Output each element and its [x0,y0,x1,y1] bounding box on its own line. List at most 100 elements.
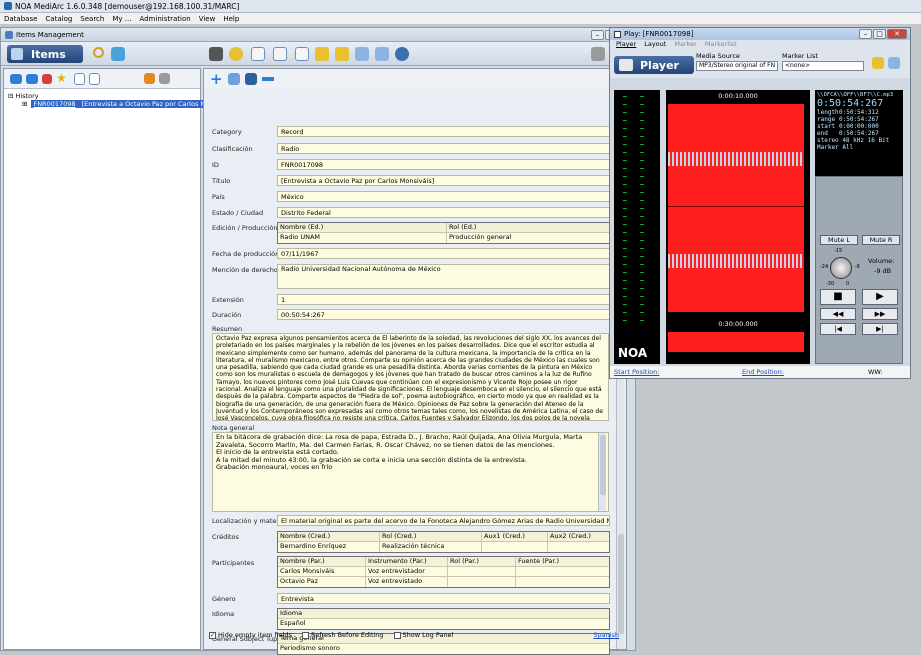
fecha-field[interactable]: 07/11/1967 [277,248,610,259]
mute-left-button[interactable]: Mute L [820,235,858,245]
search-icon[interactable] [93,47,104,58]
grid-cell[interactable]: Carlos Monsiváis [278,567,366,576]
favorite-star-icon[interactable]: ★ [56,72,70,86]
image-icon[interactable] [111,47,125,61]
bookmark-icon[interactable] [42,73,52,84]
menu-database[interactable]: Database [0,15,41,23]
basket-icon[interactable] [144,73,155,84]
tools-icon[interactable] [591,47,605,61]
start-position-label[interactable]: Start Position: [614,368,742,376]
back-arrow-icon[interactable] [10,73,22,84]
language-link[interactable]: Spanish [593,631,619,639]
items-module-button[interactable]: Items [7,45,83,63]
waveform-pane[interactable] [668,104,804,312]
audio-file-icon[interactable] [251,47,265,61]
menu-view[interactable]: View [195,15,220,23]
table-row[interactable]: Radio UNAM Producción general [278,233,609,243]
category-field[interactable]: Record [277,126,610,137]
mute-right-button[interactable]: Mute R [862,235,900,245]
grid-cell[interactable] [482,542,548,552]
pais-field[interactable]: México [277,191,610,202]
minimize-button[interactable]: – [591,29,604,40]
extension-field[interactable]: 1 [277,294,610,305]
skip-forward-button[interactable]: ▶| [862,323,898,335]
player-minimize-button[interactable]: – [859,29,872,39]
titulo-field[interactable]: [Entrevista a Octavio Paz por Carlos Mon… [277,175,610,186]
new-record-icon[interactable] [229,47,243,61]
export-icon[interactable] [355,47,369,61]
table-row[interactable]: Carlos Monsiváis Voz entrevistador [278,567,609,577]
table-row[interactable]: Periodismo sonoro [278,644,609,654]
nota-field[interactable]: En la bitácora de grabación dice: La ros… [212,432,609,512]
player-close-button[interactable]: ✕ [887,29,907,39]
player-module-button[interactable]: Player [614,56,694,74]
tab-layout[interactable]: Layout [644,40,666,50]
document-file-icon[interactable] [295,47,309,61]
waveform-display[interactable]: 0:00:10.000 0:30:00.000 [666,90,810,364]
id-field[interactable]: FNR0017098 [277,159,610,170]
remove-icon[interactable] [261,77,274,81]
grid-cell[interactable]: Voz entrevistado [366,577,448,587]
genero-field[interactable]: Entrevista [277,593,610,604]
copy-icon[interactable] [227,73,240,85]
derechos-field[interactable]: Radio Universidad Nacional Autónoma de M… [277,264,610,289]
add-icon[interactable]: + [210,70,223,88]
overview-waveform[interactable] [668,332,804,352]
media-source-select[interactable]: MP3/Stereo original of FN [696,61,778,71]
table-row[interactable]: Octavio Paz Voz entrevistado [278,577,609,587]
grid-cell[interactable]: Voz entrevistador [366,567,448,576]
show-log-checkbox[interactable]: Show Log Panel [393,631,453,639]
menu-help[interactable]: Help [219,15,243,23]
import-icon[interactable] [375,47,389,61]
grid-cell[interactable] [448,577,516,587]
edit-icon[interactable] [244,73,257,85]
play-button[interactable]: ▶ [862,289,898,305]
nota-scrollbar[interactable] [598,433,606,511]
tree-root[interactable]: ⊟ History [8,92,196,100]
marker-list-select[interactable]: <none> [782,61,864,71]
grid-cell[interactable]: Producción general [447,233,609,243]
menu-catalog[interactable]: Catalog [41,15,76,23]
list-view-icon[interactable] [74,72,85,85]
rewind-button[interactable]: ◀◀ [820,308,856,320]
skip-back-button[interactable]: |◀ [820,323,856,335]
menu-administration[interactable]: Administration [135,15,194,23]
localizacion-field[interactable]: El material original es parte del acervo… [277,515,610,526]
grid-cell[interactable] [516,567,609,576]
grid-cell[interactable] [448,567,516,576]
clasificacion-field[interactable]: Radio [277,143,610,154]
fast-forward-button[interactable]: ▶▶ [862,308,898,320]
options-icon[interactable] [888,57,900,69]
expand-icon[interactable]: ⊞ [22,100,27,108]
duracion-field[interactable]: 00:50:54:267 [277,309,610,320]
menu-search[interactable]: Search [76,15,108,23]
menu-my[interactable]: My ... [108,15,135,23]
settings-icon[interactable] [159,73,170,84]
grid-cell[interactable] [516,577,609,587]
help-icon[interactable] [395,47,409,61]
resumen-field[interactable]: Octavio Paz expresa algunos pensamientos… [212,333,609,421]
table-row[interactable]: Bernardino Enríquez Realización técnica [278,542,609,552]
tree-item[interactable]: ⊞ FNR0017098 [Entrevista a Octavio Paz p… [22,100,215,108]
estado-field[interactable]: Distrito Federal [277,207,610,218]
speaker-icon[interactable] [209,47,223,61]
grid-cell[interactable] [548,542,609,552]
detail-view-icon[interactable] [89,72,100,85]
tab-player[interactable]: Player [616,40,636,50]
copy-folder-icon[interactable] [335,47,349,61]
refresh-checkbox[interactable]: Refresh Before Editing [301,631,384,639]
grid-cell[interactable]: Realización técnica [380,542,482,552]
tab-markerlist[interactable]: Markerlist [705,40,737,50]
open-folder-icon[interactable] [315,47,329,61]
player-maximize-button[interactable]: □ [873,29,886,39]
video-file-icon[interactable] [273,47,287,61]
forward-arrow-icon[interactable] [26,73,38,84]
tab-marker[interactable]: Marker [674,40,696,50]
grid-cell[interactable]: Bernardino Enríquez [278,542,380,552]
stop-button[interactable]: ■ [820,289,856,305]
volume-knob[interactable] [830,257,852,279]
grid-cell[interactable]: Periodismo sonoro [278,644,609,654]
end-position-label[interactable]: End Position: [742,368,868,376]
hide-empty-checkbox[interactable]: ✓ Hide empty item fields [209,631,292,639]
grid-cell[interactable]: Radio UNAM [278,233,447,243]
